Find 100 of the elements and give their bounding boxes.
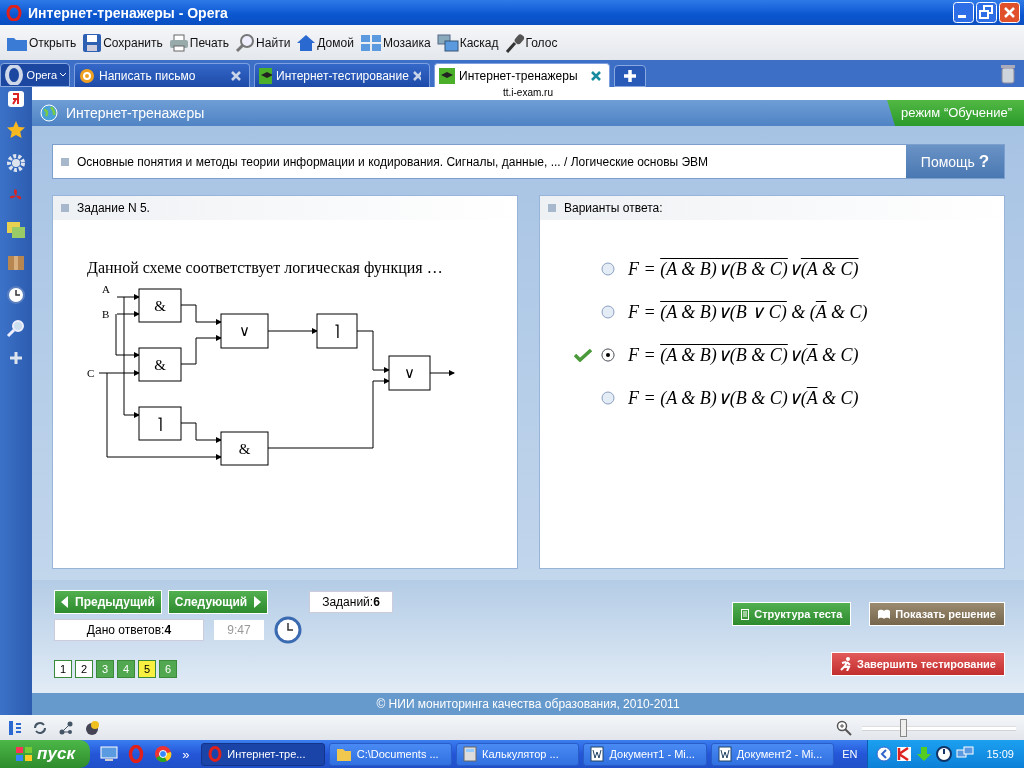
desktop-icon[interactable] (100, 746, 119, 762)
site-title: Интернет-тренажеры (66, 105, 205, 121)
question-number[interactable]: 1 (54, 660, 72, 678)
browser-tab[interactable]: Интернет-тренажеры (434, 63, 610, 87)
panel-toggle-icon[interactable] (8, 719, 22, 736)
clock-icon[interactable] (6, 285, 26, 305)
answer-option[interactable]: F = (A & B)∨(B & C)∨(A & C) (574, 257, 1004, 280)
logic-gate: & (138, 347, 182, 382)
wire (356, 330, 390, 373)
zoom-icon[interactable] (836, 719, 852, 736)
page-address: tt.i-exam.ru (503, 87, 553, 98)
taskbar-button[interactable]: C:\Documents ... (328, 742, 453, 766)
back-icon[interactable] (876, 746, 893, 762)
wire (267, 328, 318, 334)
chrome-logo-icon[interactable] (154, 745, 173, 763)
minimize-icon[interactable] (953, 2, 974, 23)
formula-part: F = (A & B)∨(B & C)∨( (628, 387, 807, 408)
formula-part: & C) (820, 387, 859, 408)
clock-icon (274, 616, 302, 644)
tile-windows-icon (359, 33, 382, 52)
plus-icon (623, 69, 637, 83)
formula-part: F = (628, 344, 657, 365)
topic-path: Основные понятия и методы теории информации и кодирования. Сигналы, данные, ... / Логические основы ЭВМ (77, 154, 709, 169)
next-button[interactable]: Следующий (167, 590, 269, 614)
running-man-icon (840, 657, 853, 671)
toolbar-button[interactable]: Голос (502, 32, 560, 53)
antivirus-icon[interactable] (896, 746, 913, 762)
more-chevron[interactable]: » (182, 746, 190, 762)
formula-part: F = (628, 301, 657, 322)
question-number[interactable]: 5 (138, 660, 156, 678)
toolbar-button[interactable]: Каскад (434, 33, 501, 52)
logic-gate: ∨ (388, 355, 431, 391)
bullet-icon (548, 204, 556, 212)
formula-part: A (815, 301, 827, 322)
calculator-icon (463, 746, 478, 762)
arrow-left-icon (61, 596, 69, 608)
add-icon[interactable] (9, 351, 23, 365)
show-solution-button[interactable]: Показать решение (869, 602, 1005, 626)
formula-part: (A & B)∨(B ∨ C) (660, 301, 787, 322)
formula-part: ∨( (787, 344, 807, 365)
answer-option[interactable]: F = (A & B)∨(B ∨ C) & (A & C) (574, 300, 1004, 323)
settings-icon[interactable] (6, 153, 26, 173)
site-icon (439, 67, 455, 84)
radio-button[interactable] (601, 261, 615, 276)
logic-gate: ⌉ (316, 313, 358, 349)
yandex-icon[interactable] (8, 91, 24, 107)
formula-part: ∨ (787, 258, 801, 279)
panel-title: Задание N 5. (77, 201, 150, 215)
formula-part: (A & B)∨(B & C) (660, 344, 788, 365)
arrow-right-icon (253, 596, 262, 608)
new-tab-button[interactable] (614, 65, 646, 87)
warning-icon[interactable] (84, 719, 100, 736)
bullet-icon (61, 204, 69, 212)
answer-option[interactable]: F = (A & B)∨(B & C)∨(A & C) (574, 386, 1004, 409)
power-icon[interactable] (936, 746, 953, 762)
browser-tab[interactable]: Написать письмо (74, 63, 250, 87)
radio-button[interactable] (601, 304, 615, 319)
radio-button[interactable] (601, 347, 615, 362)
document-icon (717, 746, 732, 762)
formula-part: & C) (830, 301, 868, 322)
close-icon[interactable] (591, 70, 601, 81)
finish-test-button[interactable]: Завершить тестирование (831, 652, 1005, 676)
opera-logo-icon (6, 4, 22, 21)
notes-icon[interactable] (6, 219, 26, 239)
language-indicator[interactable]: EN (842, 748, 858, 760)
trash-icon[interactable] (1000, 63, 1016, 84)
search-icon[interactable] (6, 318, 26, 338)
network-icon[interactable] (58, 719, 74, 736)
taskbar-button[interactable]: Документ1 - Mi... (583, 742, 707, 766)
folder-icon (335, 746, 352, 762)
formula-part: & C) (821, 344, 859, 365)
browser-tab[interactable]: Интернет-тестирование (254, 63, 430, 87)
bullet-icon (61, 157, 69, 166)
taskbar-button[interactable]: Калькулятор ... (456, 742, 580, 766)
panel-title: Варианты ответа: (564, 201, 663, 215)
formula-part: (A & B)∨(B & C) (660, 258, 788, 279)
radio-button[interactable] (601, 390, 615, 405)
toolbar-button[interactable]: Открыть (4, 33, 79, 52)
taskbar-button[interactable]: Интернет-тре... (201, 742, 325, 766)
slider-thumb[interactable] (899, 718, 907, 737)
input-label: A (102, 283, 110, 295)
restore-icon[interactable] (976, 2, 997, 23)
list-icon (741, 608, 750, 620)
toolbar-button[interactable]: Домой (294, 33, 356, 52)
question-text: Данной схеме соответствует логическая функция … (87, 258, 444, 278)
toolbar-button[interactable]: Сохранить (80, 32, 165, 53)
test-structure-button[interactable]: Структура теста (732, 602, 852, 626)
formula-part: A (806, 344, 818, 365)
star-icon[interactable] (6, 120, 26, 140)
help-button[interactable]: Помощь ? (906, 145, 1004, 178)
toolbar-button[interactable]: Мозаика (357, 33, 433, 52)
previous-button[interactable]: Предыдущий (54, 590, 162, 614)
input-label: B (102, 308, 110, 320)
toolbar-button[interactable]: Найти (233, 32, 293, 53)
logic-gate: & (220, 431, 269, 466)
opera-menu-button[interactable]: Opera (0, 63, 70, 87)
toolbar-button[interactable]: Печать (166, 33, 232, 52)
taskbar-button[interactable]: Документ2 - Mi... (710, 742, 835, 766)
reload-icon[interactable] (32, 719, 48, 736)
question-number[interactable]: 2 (75, 660, 93, 678)
